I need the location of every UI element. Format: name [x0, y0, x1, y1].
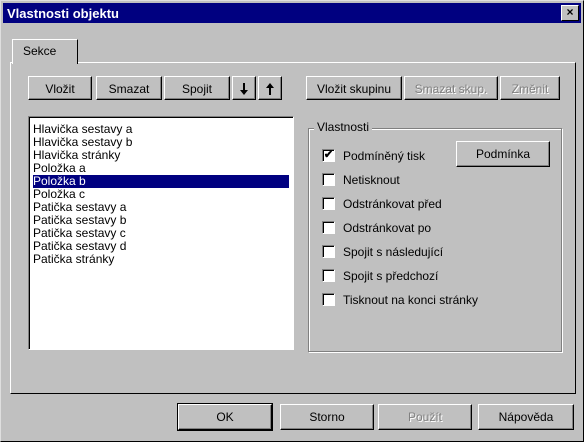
zmenit-button[interactable]: Změnit [500, 76, 560, 100]
list-item[interactable]: Patička stránky [33, 253, 114, 266]
close-icon: × [566, 5, 574, 19]
napoveda-button[interactable]: Nápověda [478, 404, 574, 430]
spojit-predchozi-checkbox[interactable] [322, 269, 335, 282]
tab-sekce[interactable]: Sekce [12, 39, 78, 64]
checkbox-label: Spojit s předchozí [343, 269, 439, 283]
title-bar: Vlastnosti objektu × [3, 3, 581, 23]
smazat-button[interactable]: Smazat [96, 76, 162, 100]
move-down-button[interactable] [232, 76, 256, 100]
podminka-button[interactable]: Podmínka [456, 141, 550, 167]
checkbox-label: Tisknout na konci stránky [343, 293, 478, 307]
storno-button[interactable]: Storno [280, 404, 374, 430]
tisknout-na-konci-checkbox[interactable] [322, 293, 335, 306]
tab-label: Sekce [23, 44, 57, 58]
window-title: Vlastnosti objektu [7, 6, 119, 21]
vlozit-skupinu-button[interactable]: Vložit skupinu [306, 76, 402, 100]
arrow-up-icon [266, 83, 274, 95]
netisknout-checkbox[interactable] [322, 173, 335, 186]
podmineny-tisk-checkbox[interactable]: ✔ [322, 149, 335, 162]
odstrankovat-po-checkbox[interactable] [322, 221, 335, 234]
spojit-nasledujici-checkbox[interactable] [322, 245, 335, 258]
move-up-button[interactable] [258, 76, 282, 100]
checkmark-icon: ✔ [323, 149, 334, 161]
checkbox-label: Spojit s následující [343, 245, 444, 259]
sections-listbox[interactable]: Hlavička sestavy a Hlavička sestavy b Hl… [28, 116, 294, 350]
checkbox-label: Odstránkovat před [343, 197, 442, 211]
checkbox-label: Podmíněný tisk [343, 149, 426, 163]
odstrankovat-pred-checkbox[interactable] [322, 197, 335, 210]
arrow-down-icon [240, 83, 248, 95]
checkbox-label: Odstránkovat po [343, 221, 432, 235]
vlozit-button[interactable]: Vložit [28, 76, 92, 100]
checkbox-label: Netisknout [343, 173, 400, 187]
close-button[interactable]: × [561, 5, 579, 21]
properties-group-label: Vlastnosti [314, 120, 373, 134]
ok-button[interactable]: OK [177, 403, 273, 431]
spojit-button[interactable]: Spojit [164, 76, 230, 100]
pouzit-button[interactable]: Použít [378, 404, 472, 430]
smazat-skup-button[interactable]: Smazat skup. [404, 76, 498, 100]
